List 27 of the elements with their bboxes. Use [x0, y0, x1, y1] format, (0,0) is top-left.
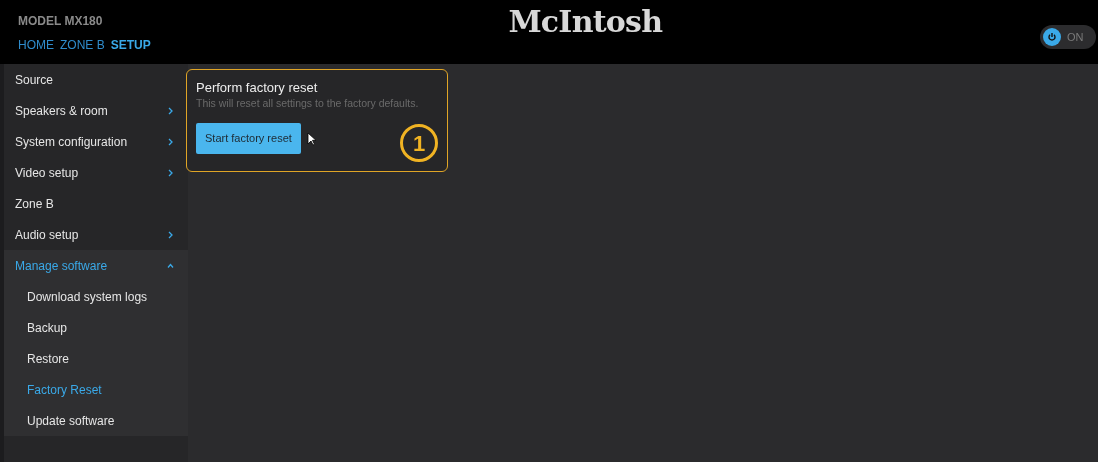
sidebar-subitem[interactable]: Backup [4, 312, 188, 343]
logo: McIntosh [508, 2, 663, 41]
chevron-up-icon [167, 261, 174, 270]
model-name: MODEL MX180 [18, 13, 104, 30]
cursor-icon [306, 131, 316, 146]
sidebar-subitem[interactable]: Restore [4, 343, 188, 374]
sidebar-item[interactable]: Manage software [4, 250, 188, 281]
nav-link[interactable]: ZONE B [60, 36, 105, 54]
sidebar-item[interactable]: Speakers & room [4, 95, 188, 126]
sidebar-item[interactable]: Zone B [4, 188, 188, 219]
sidebar-item[interactable]: Audio setup [4, 219, 188, 250]
sidebar-item[interactable]: Source [4, 64, 188, 95]
chevron-right-icon [167, 137, 174, 146]
sidebar-subitem[interactable]: Factory Reset [4, 374, 188, 405]
step-callout: 1 [400, 124, 438, 162]
chevron-right-icon [167, 106, 174, 115]
sidebar-subitem[interactable]: Update software [4, 405, 188, 436]
nav-link[interactable]: SETUP [110, 36, 151, 54]
sidebar-item[interactable]: Video setup [4, 157, 188, 188]
chevron-right-icon [167, 168, 174, 177]
card-description: This will reset all settings to the factory defaults. [196, 96, 420, 110]
nav-link[interactable]: HOME [18, 36, 54, 54]
start-factory-reset-button[interactable]: Start factory reset [196, 123, 301, 154]
sidebar-item[interactable]: System configuration [4, 126, 188, 157]
card-title: Perform factory reset [196, 80, 319, 96]
sidebar-subitem[interactable]: Download system logs [4, 281, 188, 312]
chevron-right-icon [167, 230, 174, 239]
